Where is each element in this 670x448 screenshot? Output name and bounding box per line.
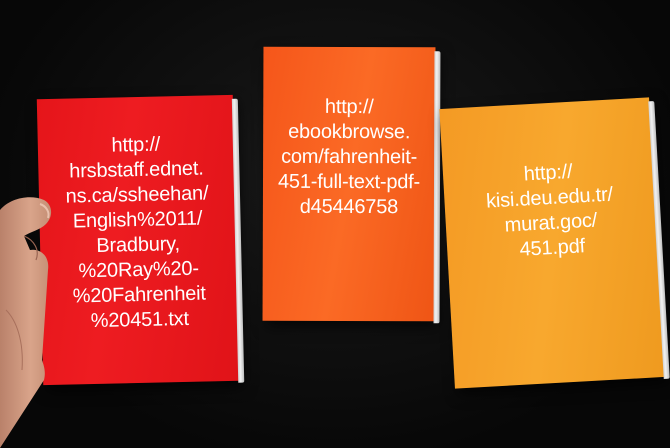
book-cover: http:// kisi.deu.edu.tr/ murat.goc/ 451.… [439, 97, 664, 388]
url-line: 451-full-text-pdf- [277, 170, 421, 194]
url-line: hrsbstaff.ednet. [69, 157, 204, 183]
hand-image [0, 197, 52, 448]
orange-book: http:// ebookbrowse. com/fahrenheit- 451… [262, 46, 441, 324]
url-line: ebookbrowse. [288, 120, 411, 144]
yellow-book: http:// kisi.deu.edu.tr/ murat.goc/ 451.… [439, 97, 670, 389]
cover-url-text: http:// kisi.deu.edu.tr/ murat.goc/ 451.… [484, 158, 616, 265]
url-line: http:// [324, 95, 374, 119]
url-line: d45446758 [299, 195, 399, 219]
url-line: English%2011/ [72, 207, 203, 233]
url-line: %20Ray%20- [78, 257, 200, 283]
url-line: http:// [111, 133, 161, 157]
book-cover: http:// ebookbrowse. com/fahrenheit- 451… [263, 47, 436, 322]
cover-url-text: http:// hrsbstaff.ednet. ns.ca/ssheehan/… [64, 131, 211, 334]
url-line: %20Fahrenheit [72, 282, 206, 308]
photo-scene: http:// hrsbstaff.ednet. ns.ca/ssheehan/… [0, 0, 670, 448]
url-line: ns.ca/ssheehan/ [65, 182, 209, 208]
book-cover: http:// hrsbstaff.ednet. ns.ca/ssheehan/… [37, 95, 239, 385]
url-line: com/fahrenheit- [281, 145, 418, 169]
red-book: http:// hrsbstaff.ednet. ns.ca/ssheehan/… [36, 94, 245, 386]
url-line: Bradbury, [96, 233, 181, 257]
cover-url-text: http:// ebookbrowse. com/fahrenheit- 451… [278, 95, 420, 220]
url-line: %20451.txt [90, 307, 190, 333]
